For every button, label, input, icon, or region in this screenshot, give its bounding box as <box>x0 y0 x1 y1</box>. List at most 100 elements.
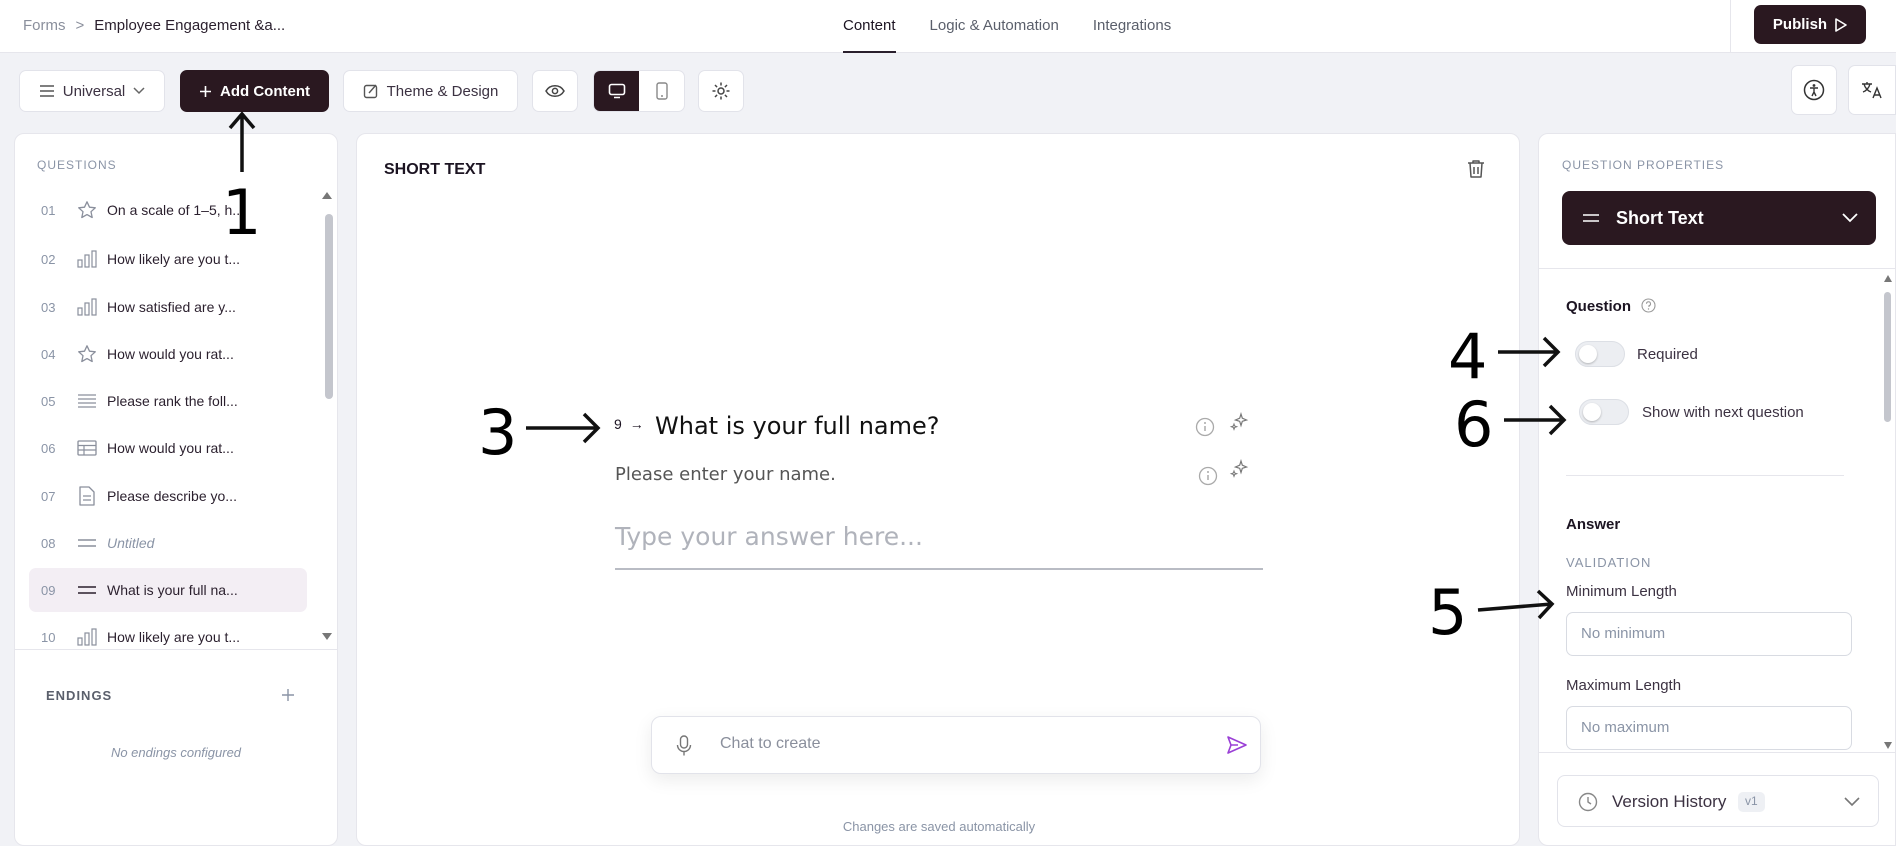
play-icon <box>1835 17 1847 32</box>
question-item-07[interactable]: 07 Please describe yo... <box>29 474 307 518</box>
answer-preview-input: Type your answer here... <box>615 522 1263 570</box>
tab-integrations[interactable]: Integrations <box>1093 0 1171 53</box>
top-bar: Forms > Employee Engagement &a... Conten… <box>0 0 1896 53</box>
question-item-04[interactable]: 04 How would you rat... <box>29 332 307 376</box>
version-history-section[interactable]: Version History v1 <box>1557 775 1879 827</box>
question-number: 07 <box>41 488 56 504</box>
question-text: How likely are you t... <box>107 251 241 267</box>
question-text: How satisfied are y... <box>107 299 236 315</box>
question-text: How would you rat... <box>107 440 234 456</box>
question-number: 04 <box>41 346 56 362</box>
device-toggle <box>593 70 685 112</box>
plus-icon <box>200 85 211 97</box>
question-item-02[interactable]: 02 How likely are you t... <box>29 237 307 281</box>
endings-section: ENDINGS No endings configured <box>15 649 337 760</box>
show-with-next-label: Show with next question <box>1642 404 1804 421</box>
required-label: Required <box>1637 346 1698 363</box>
publish-label: Publish <box>1772 16 1828 33</box>
question-text: How likely are you t... <box>107 629 241 645</box>
annotation-number-6: 6 <box>1454 388 1494 461</box>
question-number: 10 <box>41 629 56 645</box>
question-type-select[interactable]: Short Text <box>1562 191 1876 245</box>
question-properties-panel: QUESTION PROPERTIES Short Text Question … <box>1538 133 1896 846</box>
questions-heading: QUESTIONS <box>37 158 117 172</box>
mobile-icon <box>655 82 668 100</box>
question-section-heading: Question <box>1566 298 1656 315</box>
tab-content[interactable]: Content <box>843 0 896 53</box>
mobile-view-button[interactable] <box>639 71 684 111</box>
accessibility-button[interactable] <box>1791 65 1837 115</box>
bar-chart-icon <box>67 298 107 316</box>
short-text-icon <box>67 585 107 595</box>
theme-design-button[interactable]: Theme & Design <box>343 70 518 112</box>
desktop-view-button[interactable] <box>594 71 639 111</box>
question-text: How would you rat... <box>107 346 234 362</box>
annotation-arrow-up <box>228 111 256 172</box>
endings-empty-message: No endings configured <box>110 745 242 760</box>
question-item-09[interactable]: 09 What is your full na... <box>29 568 307 612</box>
show-with-next-toggle[interactable] <box>1579 399 1629 425</box>
autosave-note: Changes are saved automatically <box>842 819 1036 834</box>
translate-icon <box>1862 82 1882 99</box>
question-item-03[interactable]: 03 How satisfied are y... <box>29 285 307 329</box>
max-length-input[interactable]: No maximum <box>1566 706 1852 750</box>
max-length-label: Maximum Length <box>1566 677 1682 694</box>
version-history-label: Version History <box>1612 792 1727 811</box>
chat-to-create-box[interactable]: Chat to create <box>651 716 1261 774</box>
translate-button[interactable] <box>1848 65 1896 115</box>
short-text-icon <box>1583 214 1599 222</box>
arrow-right-icon: → <box>629 416 644 432</box>
question-item-08[interactable]: 08 Untitled <box>29 521 307 565</box>
scrollbar-thumb[interactable] <box>1884 292 1891 422</box>
gear-icon <box>712 82 730 100</box>
send-button[interactable] <box>1226 734 1248 761</box>
ai-rewrite-description-button[interactable] <box>1229 459 1249 479</box>
microphone-button[interactable] <box>676 735 692 762</box>
scrollbar-thumb[interactable] <box>325 214 333 399</box>
bar-chart-icon <box>67 250 107 268</box>
question-number: 09 <box>41 582 56 598</box>
breadcrumb-forms-link[interactable]: Forms <box>23 17 66 34</box>
question-item-10[interactable]: 10 How likely are you t... <box>29 615 307 659</box>
chat-input[interactable]: Chat to create <box>720 735 821 753</box>
universal-dropdown[interactable]: Universal <box>19 70 165 112</box>
tab-logic-automation[interactable]: Logic & Automation <box>930 0 1059 53</box>
delete-question-button[interactable] <box>1467 159 1485 184</box>
microphone-icon <box>676 735 692 756</box>
question-number-indicator: 9 → <box>614 416 644 432</box>
breadcrumb-separator: > <box>75 17 85 34</box>
chevron-down-icon <box>133 87 145 95</box>
theme-design-label: Theme & Design <box>386 82 499 100</box>
question-item-05[interactable]: 05 Please rank the foll... <box>29 379 307 423</box>
question-title[interactable]: What is your full name? <box>655 412 940 440</box>
publish-button[interactable]: Publish <box>1754 5 1866 44</box>
question-number: 08 <box>41 535 56 551</box>
divider <box>1539 268 1896 269</box>
required-toggle[interactable] <box>1575 341 1625 367</box>
question-description[interactable]: Please enter your name. <box>615 464 836 485</box>
add-content-button[interactable]: Add Content <box>180 70 329 112</box>
question-item-06[interactable]: 06 How would you rat... <box>29 426 307 470</box>
document-icon <box>67 486 107 506</box>
settings-button[interactable] <box>698 70 744 112</box>
preview-button[interactable] <box>532 70 578 112</box>
question-info-button[interactable] <box>1195 417 1215 437</box>
help-icon[interactable] <box>1641 298 1656 313</box>
star-icon <box>67 200 107 220</box>
question-text: Please rank the foll... <box>107 393 238 409</box>
table-icon <box>67 440 107 456</box>
min-length-input[interactable]: No minimum <box>1566 612 1852 656</box>
version-badge: v1 <box>1738 792 1765 812</box>
ai-rewrite-title-button[interactable] <box>1229 412 1249 432</box>
eye-icon <box>545 85 565 97</box>
add-ending-button[interactable] <box>281 682 295 708</box>
menu-icon <box>39 85 54 97</box>
bar-chart-icon <box>67 628 107 646</box>
desktop-icon <box>608 83 625 99</box>
description-info-button[interactable] <box>1198 466 1218 486</box>
main-tabs: Content Logic & Automation Integrations <box>843 0 1171 53</box>
question-item-01[interactable]: 01 On a scale of 1–5, h... <box>29 188 307 232</box>
question-type-label: SHORT TEXT <box>384 161 486 178</box>
trash-icon <box>1468 160 1484 178</box>
accessibility-icon <box>1803 79 1825 101</box>
